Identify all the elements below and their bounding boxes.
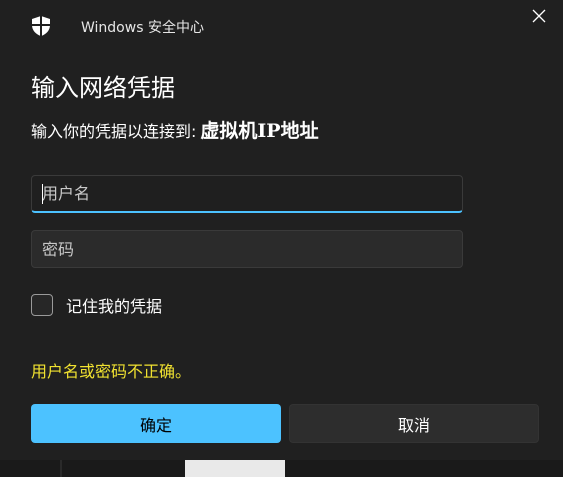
- credential-dialog: Windows 安全中心 输入网络凭据 输入你的凭据以连接到:虚拟机IP地址 记…: [0, 0, 563, 477]
- shield-icon: [30, 15, 52, 37]
- remember-label: 记住我的凭据: [66, 297, 163, 316]
- background-strip: [0, 460, 563, 477]
- remember-checkbox[interactable]: [31, 294, 53, 316]
- subtitle-prefix: 输入你的凭据以连接到:: [31, 122, 197, 141]
- ok-button[interactable]: 确定: [31, 404, 281, 443]
- subtitle-target: 虚拟机IP地址: [200, 120, 319, 142]
- cancel-button[interactable]: 取消: [289, 404, 539, 443]
- dialog-subtitle: 输入你的凭据以连接到: 虚拟机IP地址: [31, 116, 319, 143]
- dialog-heading: 输入网络凭据: [31, 74, 175, 102]
- password-field[interactable]: [31, 230, 463, 268]
- title-bar: Windows 安全中心: [0, 0, 563, 52]
- background-panel: [185, 460, 285, 477]
- text-caret: [42, 184, 43, 204]
- username-field[interactable]: [31, 175, 463, 213]
- error-message: 用户名或密码不正确。: [31, 362, 192, 381]
- divider: [60, 460, 62, 477]
- remember-credentials[interactable]: 记住我的凭据: [31, 292, 162, 318]
- close-icon: [532, 8, 546, 27]
- password-input[interactable]: [32, 231, 462, 267]
- close-button[interactable]: [527, 5, 551, 29]
- username-input[interactable]: [32, 176, 462, 211]
- app-title: Windows 安全中心: [81, 20, 204, 36]
